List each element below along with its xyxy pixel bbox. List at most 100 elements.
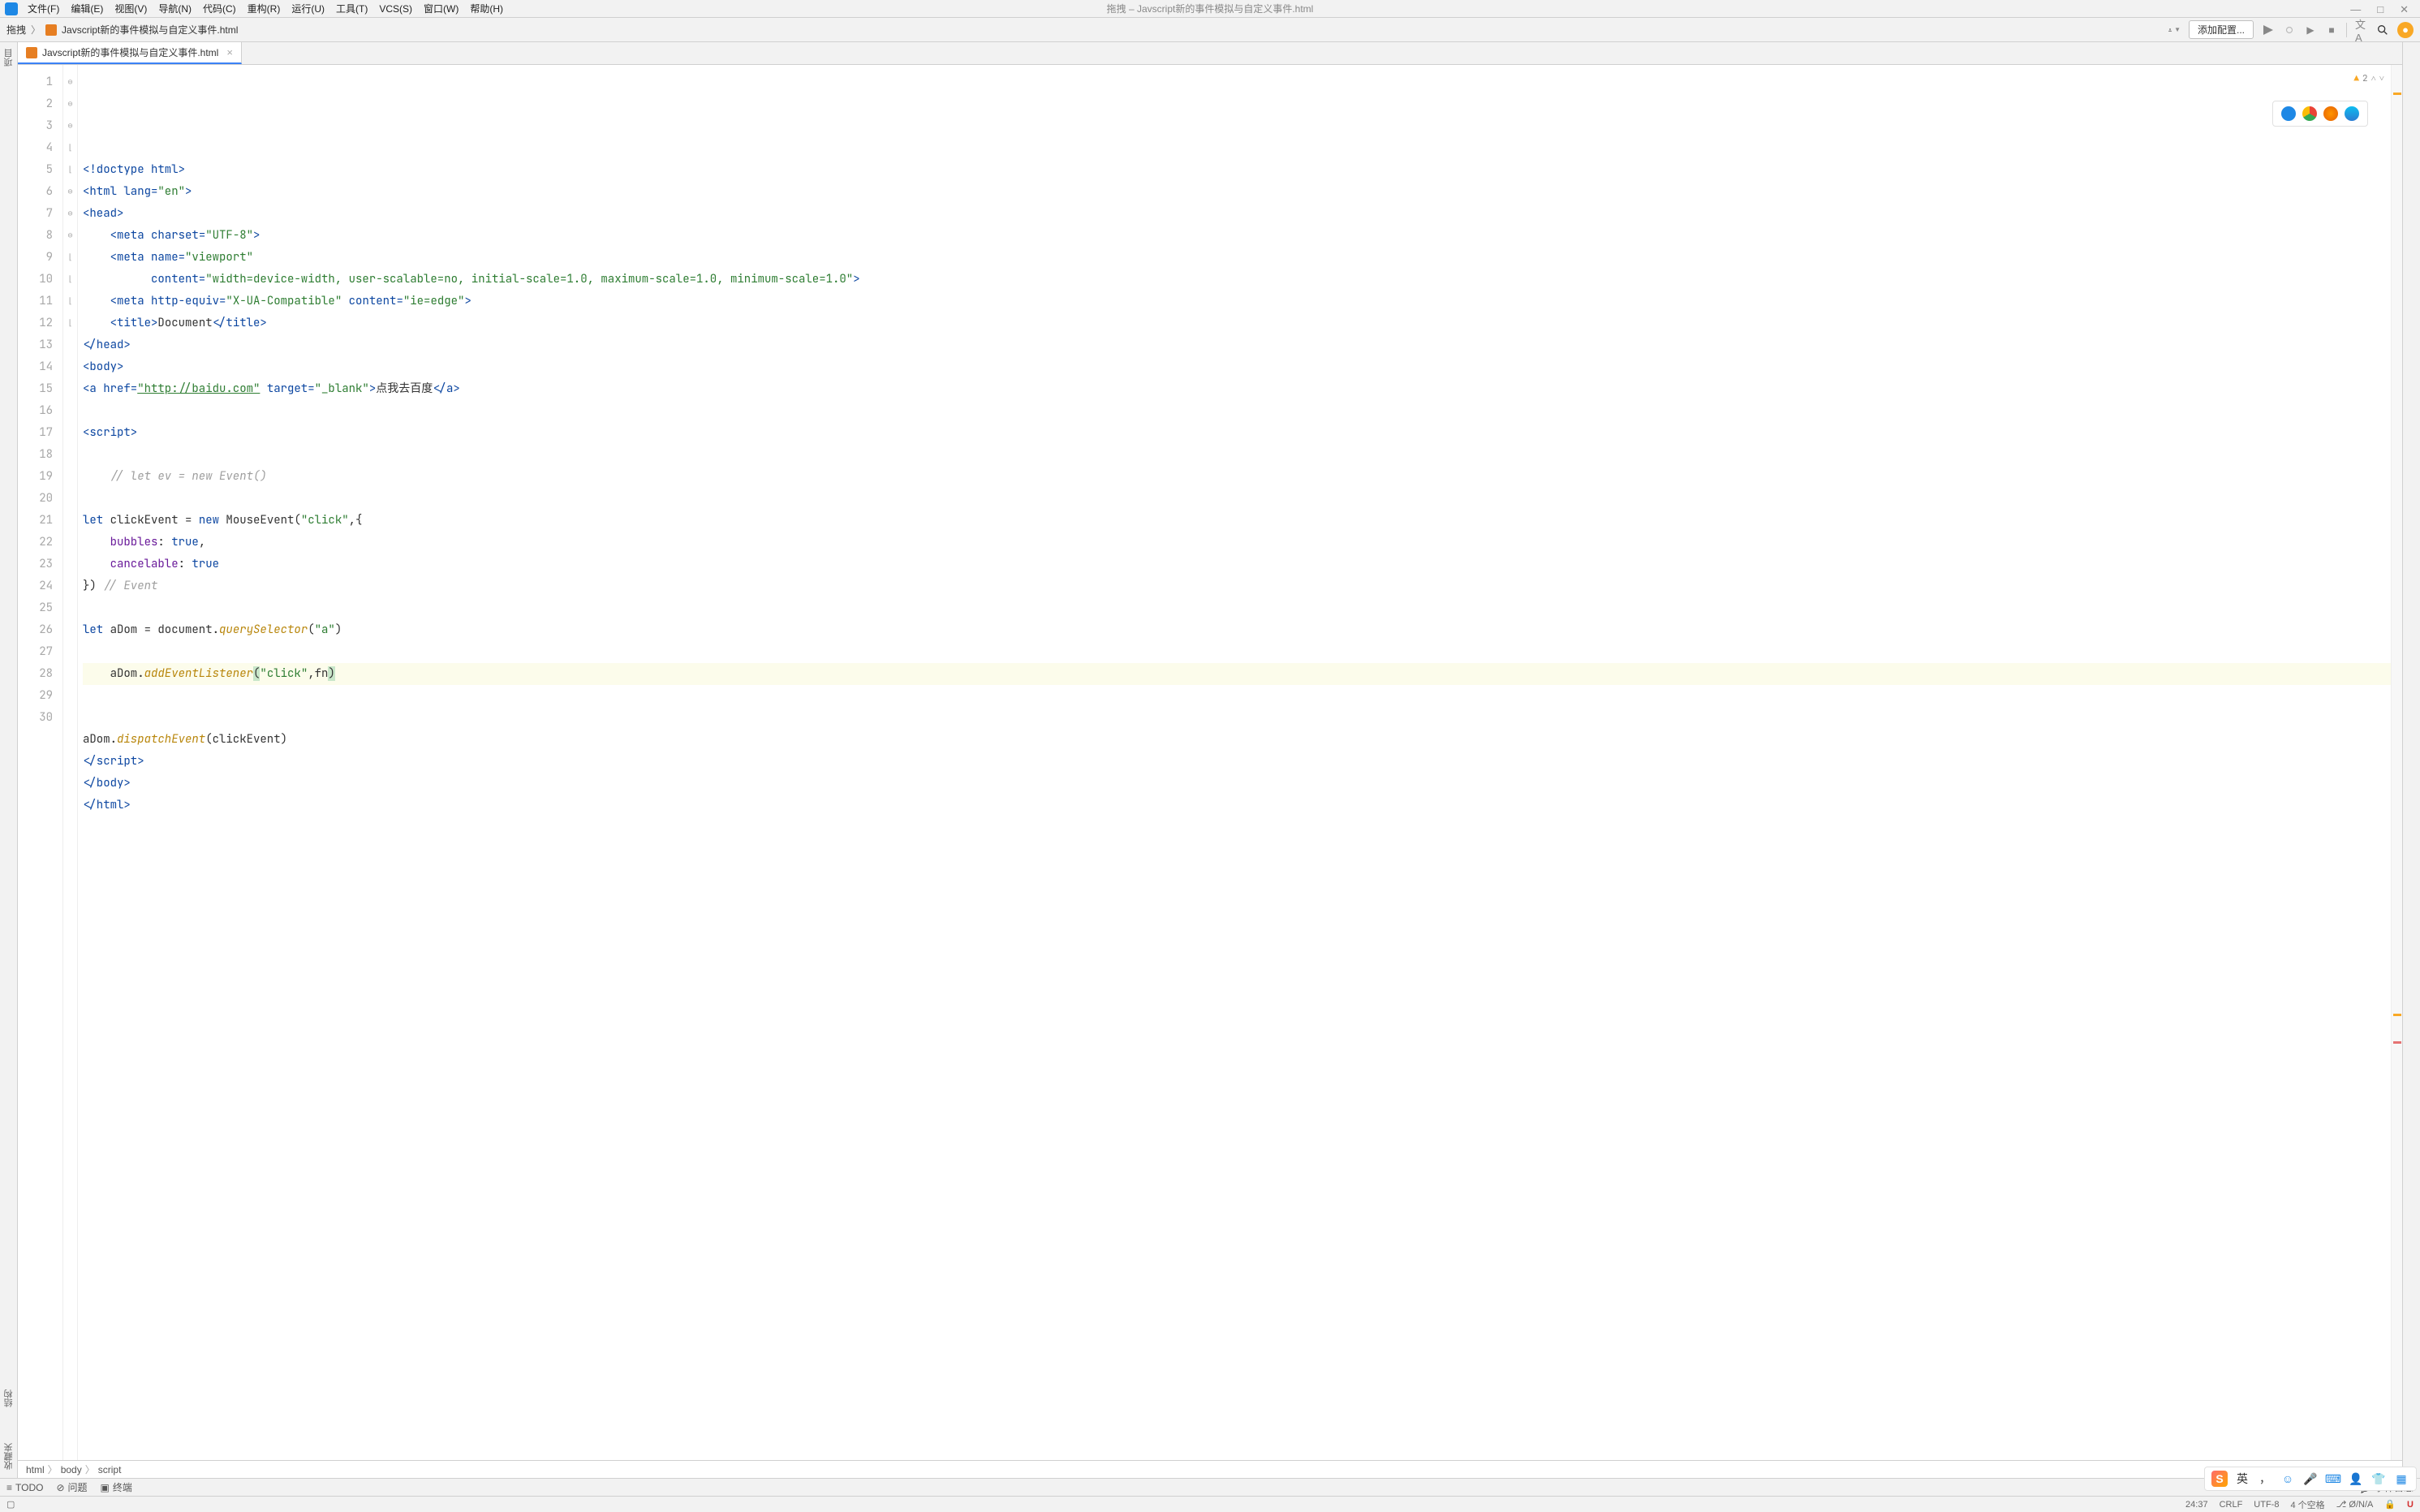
terminal-tool-button[interactable]: ▣ 终端 bbox=[101, 1480, 132, 1494]
indent-setting[interactable]: 4 个空格 bbox=[2290, 1498, 2324, 1511]
status-quick-icon[interactable]: ▢ bbox=[6, 1499, 15, 1510]
ime-grid-icon[interactable]: ▦ bbox=[2393, 1471, 2409, 1487]
crumb-html[interactable]: html bbox=[26, 1464, 45, 1475]
code-line[interactable]: <title>Document</title> bbox=[83, 312, 2391, 334]
code-line[interactable]: <html lang="en"> bbox=[83, 181, 2391, 203]
menu-file[interactable]: 文件(F) bbox=[23, 0, 64, 17]
file-encoding[interactable]: UTF-8 bbox=[2254, 1500, 2279, 1510]
warning-icon: ▲ bbox=[2353, 68, 2359, 90]
structure-tool-button[interactable]: 结构 bbox=[1, 1388, 17, 1409]
debug-icon[interactable] bbox=[2283, 24, 2296, 37]
html-file-icon bbox=[26, 47, 37, 58]
code-line[interactable]: }) // Event bbox=[83, 575, 2391, 597]
code-line[interactable] bbox=[83, 444, 2391, 466]
code-line[interactable] bbox=[83, 488, 2391, 510]
avatar[interactable]: ● bbox=[2397, 22, 2414, 38]
bottom-tool-bar: ≡ TODO ⊘ 问题 ▣ 终端 💬 事件日志 bbox=[0, 1478, 2420, 1496]
edge-icon[interactable] bbox=[2345, 106, 2359, 121]
run-config-dropdown[interactable]: 添加配置... bbox=[2189, 20, 2254, 39]
ime-person-icon[interactable]: 👤 bbox=[2348, 1471, 2364, 1487]
todo-tool-button[interactable]: ≡ TODO bbox=[6, 1482, 43, 1493]
code-line[interactable]: content="width=device-width, user-scalab… bbox=[83, 269, 2391, 291]
code-line[interactable] bbox=[83, 685, 2391, 707]
ime-lang[interactable]: 英 bbox=[2234, 1471, 2250, 1487]
ime-logo-icon[interactable]: S bbox=[2211, 1471, 2228, 1487]
menu-run[interactable]: 运行(U) bbox=[286, 0, 329, 17]
editor-scrollbar[interactable] bbox=[2391, 65, 2402, 1460]
search-icon[interactable] bbox=[2376, 24, 2389, 37]
right-tool-strip bbox=[2402, 42, 2420, 1478]
menu-help[interactable]: 帮助(H) bbox=[465, 0, 508, 17]
code-line[interactable]: <a href="http://baidu.com" target="_blan… bbox=[83, 378, 2391, 400]
code-line[interactable]: </body> bbox=[83, 773, 2391, 795]
menu-code[interactable]: 代码(C) bbox=[198, 0, 241, 17]
translate-icon[interactable]: 文A bbox=[2355, 24, 2368, 37]
code-line[interactable]: </script> bbox=[83, 751, 2391, 773]
toolbar: 拖拽 〉 Javscript新的事件模拟与自定义事件.html ▼ 添加配置..… bbox=[0, 18, 2420, 42]
code-line[interactable]: aDom.addEventListener("click",fn) bbox=[83, 663, 2391, 685]
code-line[interactable]: let clickEvent = new MouseEvent("click",… bbox=[83, 510, 2391, 532]
code-line[interactable]: </head> bbox=[83, 334, 2391, 356]
code-line[interactable]: bubbles: true, bbox=[83, 532, 2391, 554]
ime-comma[interactable]: ， bbox=[2257, 1471, 2273, 1487]
menu-refactor[interactable]: 重构(R) bbox=[243, 0, 286, 17]
editor-tabs: Javscript新的事件模拟与自定义事件.html × bbox=[18, 42, 2402, 65]
ime-mic-icon[interactable]: 🎤 bbox=[2302, 1471, 2319, 1487]
code-line[interactable]: cancelable: true bbox=[83, 554, 2391, 575]
code-line[interactable] bbox=[83, 641, 2391, 663]
menu-navigate[interactable]: 导航(N) bbox=[153, 0, 196, 17]
menu-window[interactable]: 窗口(W) bbox=[419, 0, 463, 17]
ime-skin-icon[interactable]: 👕 bbox=[2370, 1471, 2387, 1487]
menu-view[interactable]: 视图(V) bbox=[110, 0, 152, 17]
code-line[interactable]: <meta http-equiv="X-UA-Compatible" conte… bbox=[83, 291, 2391, 312]
maximize-button[interactable]: □ bbox=[2377, 3, 2383, 16]
code-line[interactable]: </html> bbox=[83, 795, 2391, 816]
editor-tab[interactable]: Javscript新的事件模拟与自定义事件.html × bbox=[18, 42, 242, 64]
nav-file[interactable]: Javscript新的事件模拟与自定义事件.html bbox=[62, 23, 238, 37]
chevron-up-icon[interactable]: ˄ bbox=[2371, 68, 2376, 90]
ime-keyboard-icon[interactable]: ⌨ bbox=[2325, 1471, 2341, 1487]
cursor-position[interactable]: 24:37 bbox=[2185, 1500, 2208, 1510]
code-line[interactable]: <body> bbox=[83, 356, 2391, 378]
coverage-icon[interactable]: ▶ bbox=[2304, 24, 2317, 37]
code-line[interactable]: aDom.dispatchEvent(clickEvent) bbox=[83, 729, 2391, 751]
firefox-icon[interactable] bbox=[2323, 106, 2338, 121]
nav-project[interactable]: 拖拽 bbox=[6, 23, 26, 37]
statusbar: ▢ 24:37 CRLF UTF-8 4 个空格 ⎇ Ø/N/A 🔒 U bbox=[0, 1496, 2420, 1512]
git-branch[interactable]: ⎇ Ø/N/A bbox=[2336, 1499, 2374, 1510]
code-line[interactable]: // let ev = new Event() bbox=[83, 466, 2391, 488]
code-line[interactable] bbox=[83, 400, 2391, 422]
close-tab-icon[interactable]: × bbox=[226, 46, 233, 58]
code-line[interactable]: <meta name="viewport" bbox=[83, 247, 2391, 269]
close-button[interactable]: ✕ bbox=[2400, 3, 2409, 16]
stop-icon[interactable]: ■ bbox=[2325, 24, 2338, 37]
code-area[interactable]: ▲ 2 ˄ ˅ <!doctype html><html lang="en"><… bbox=[78, 65, 2391, 1460]
status-extra-icon[interactable]: U bbox=[2407, 1500, 2414, 1510]
run-icon[interactable] bbox=[2262, 24, 2275, 37]
code-line[interactable]: let aDom = document.querySelector("a") bbox=[83, 619, 2391, 641]
problems-tool-button[interactable]: ⊘ 问题 bbox=[56, 1480, 87, 1494]
lock-icon[interactable]: 🔒 bbox=[2384, 1499, 2396, 1510]
line-separator[interactable]: CRLF bbox=[2220, 1500, 2243, 1510]
code-line[interactable]: <!doctype html> bbox=[83, 159, 2391, 181]
menu-edit[interactable]: 编辑(E) bbox=[66, 0, 108, 17]
menu-vcs[interactable]: VCS(S) bbox=[374, 2, 417, 16]
favorites-tool-button[interactable]: 收藏夹 bbox=[1, 1441, 17, 1471]
code-line[interactable] bbox=[83, 597, 2391, 619]
html-file-icon bbox=[45, 24, 57, 36]
inspection-widget[interactable]: ▲ 2 ˄ ˅ bbox=[2353, 68, 2384, 90]
minimize-button[interactable]: — bbox=[2350, 3, 2361, 16]
code-line[interactable]: <script> bbox=[83, 422, 2391, 444]
user-dropdown-icon[interactable]: ▼ bbox=[2168, 24, 2181, 37]
crumb-body[interactable]: body bbox=[61, 1464, 82, 1475]
code-line[interactable] bbox=[83, 707, 2391, 729]
webstorm-browser-icon[interactable] bbox=[2281, 106, 2296, 121]
project-tool-button[interactable]: 项目 bbox=[1, 47, 17, 68]
code-line[interactable]: <meta charset="UTF-8"> bbox=[83, 225, 2391, 247]
menu-tools[interactable]: 工具(T) bbox=[331, 0, 372, 17]
chevron-down-icon[interactable]: ˅ bbox=[2379, 68, 2384, 90]
ime-emoji-icon[interactable]: ☺ bbox=[2280, 1471, 2296, 1487]
code-line[interactable]: <head> bbox=[83, 203, 2391, 225]
chrome-icon[interactable] bbox=[2302, 106, 2317, 121]
crumb-script[interactable]: script bbox=[98, 1464, 122, 1475]
